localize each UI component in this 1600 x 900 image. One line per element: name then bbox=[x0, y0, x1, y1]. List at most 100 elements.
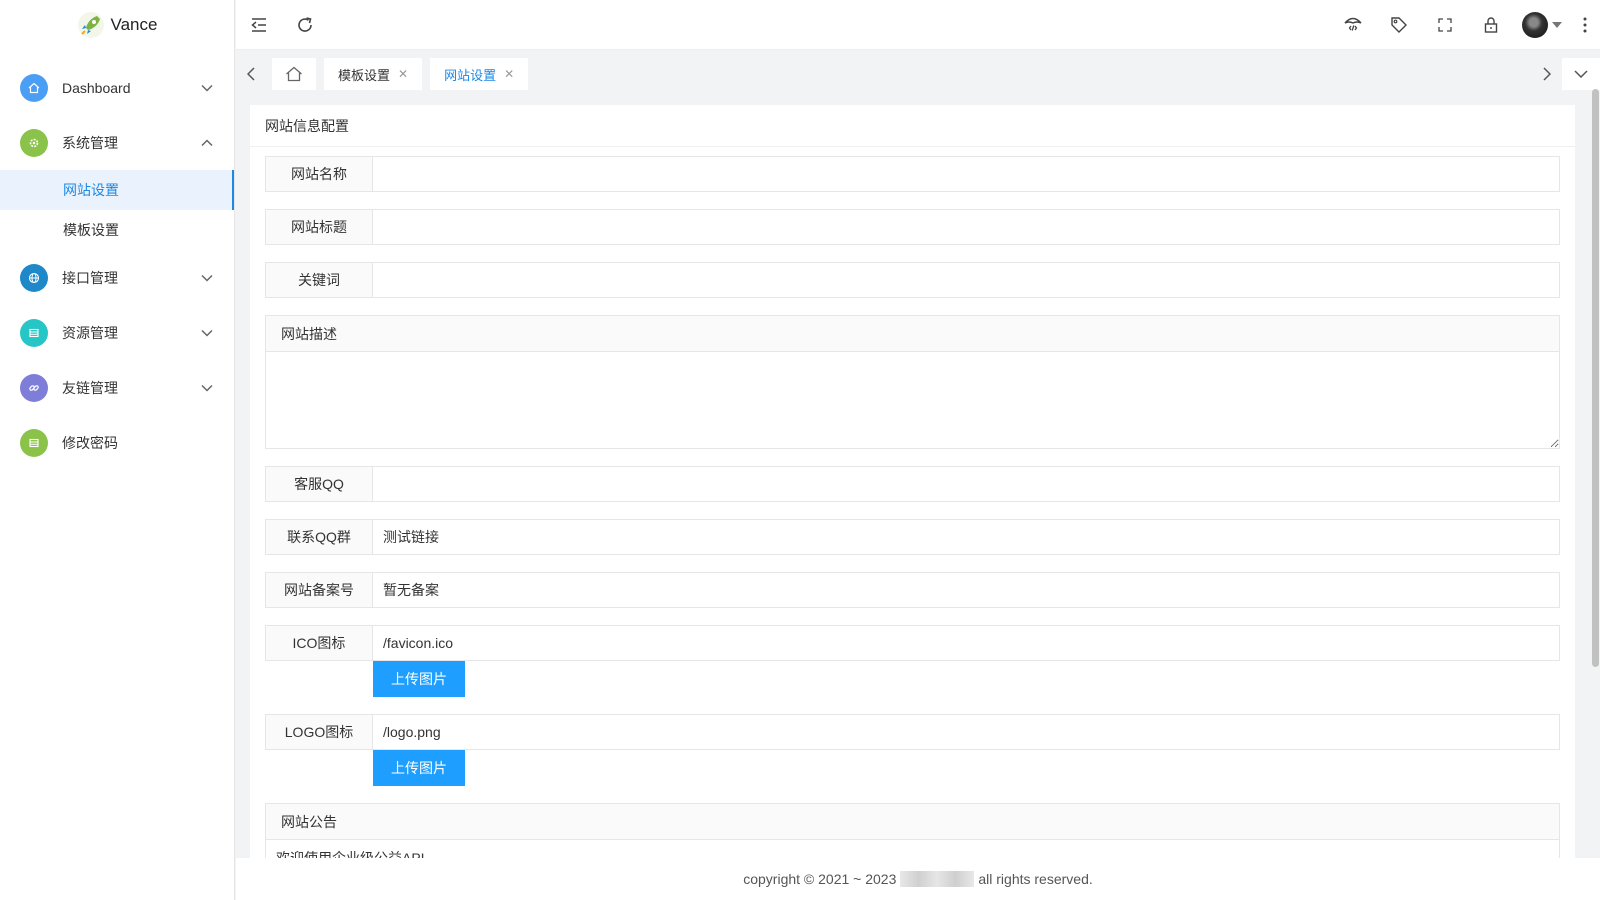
description-textarea[interactable] bbox=[266, 352, 1559, 448]
sidebar-item-label: 资源管理 bbox=[62, 324, 118, 341]
card-title: 网站信息配置 bbox=[250, 105, 1575, 147]
form-row-site-title: 网站标题 bbox=[265, 209, 1560, 245]
copyright-text: copyright © 2021 ~ 2023 bbox=[743, 871, 897, 887]
logo-input[interactable] bbox=[373, 714, 1560, 750]
notice-editor[interactable]: 欢迎使用企业级公益API bbox=[266, 840, 1559, 858]
close-icon[interactable]: ✕ bbox=[504, 67, 514, 81]
chevron-down-icon bbox=[200, 81, 214, 95]
form-block-description: 网站描述 bbox=[265, 315, 1560, 449]
lock-icon bbox=[1484, 16, 1498, 33]
list-icon bbox=[20, 428, 48, 457]
site-name-input[interactable] bbox=[373, 156, 1560, 192]
tag-button[interactable] bbox=[1376, 0, 1422, 50]
list-icon bbox=[20, 318, 48, 347]
tabs-scroll-left-button[interactable] bbox=[236, 58, 266, 90]
top-header bbox=[236, 0, 1600, 50]
keywords-input[interactable] bbox=[373, 262, 1560, 298]
sidebar: Vance Dashboard 系统管理 网站设置 模板设置 接口管理 资源管理… bbox=[0, 0, 235, 900]
footer: copyright © 2021 ~ 2023 all rights reser… bbox=[236, 858, 1600, 900]
redacted-name bbox=[900, 871, 975, 887]
chevron-down-icon bbox=[200, 271, 214, 285]
field-label: 网站公告 bbox=[266, 804, 1559, 840]
site-settings-form: 网站名称 网站标题 关键词 网站描述 客服QQ 联系QQ群 网站备案号 bbox=[250, 147, 1575, 858]
form-row-logo: LOGO图标 上传图片 bbox=[265, 714, 1560, 786]
fullscreen-icon bbox=[1438, 17, 1452, 32]
header-tools bbox=[1330, 0, 1600, 50]
sidebar-item-resources[interactable]: 资源管理 bbox=[0, 305, 234, 360]
avatar bbox=[1522, 11, 1548, 38]
menu-fold-icon bbox=[251, 17, 266, 32]
form-row-keywords: 关键词 bbox=[265, 262, 1560, 298]
field-label: 客服QQ bbox=[265, 466, 373, 502]
refresh-button[interactable] bbox=[282, 0, 328, 50]
globe-icon bbox=[20, 263, 48, 292]
sidebar-subitem-site-settings[interactable]: 网站设置 bbox=[0, 170, 234, 210]
sidebar-item-label: 系统管理 bbox=[62, 134, 118, 151]
tab-template-settings[interactable]: 模板设置 ✕ bbox=[324, 58, 423, 90]
close-icon[interactable]: ✕ bbox=[398, 67, 408, 81]
home-icon bbox=[20, 73, 48, 102]
rocket-icon bbox=[77, 12, 104, 38]
chevron-left-icon bbox=[247, 67, 255, 81]
sidebar-subitem-template-settings[interactable]: 模板设置 bbox=[0, 210, 234, 250]
chevron-down-icon bbox=[1574, 70, 1588, 78]
user-menu[interactable] bbox=[1514, 0, 1570, 50]
ico-field: ICO图标 bbox=[265, 625, 1560, 661]
tab-label: 模板设置 bbox=[338, 67, 391, 83]
home-icon bbox=[286, 66, 302, 82]
settings-card: 网站信息配置 网站名称 网站标题 关键词 网站描述 客服QQ 联系QQ群 网站备… bbox=[250, 105, 1575, 858]
gear-icon bbox=[20, 128, 48, 157]
scrollbar[interactable] bbox=[1590, 87, 1600, 857]
chevron-up-icon bbox=[200, 136, 214, 150]
tag-icon bbox=[1391, 16, 1407, 33]
sidebar-item-links[interactable]: 友链管理 bbox=[0, 360, 234, 415]
tab-site-settings[interactable]: 网站设置 ✕ bbox=[430, 58, 529, 90]
theme-button[interactable] bbox=[1330, 0, 1376, 50]
menu-toggle-button[interactable] bbox=[236, 0, 282, 50]
lock-screen-button[interactable] bbox=[1468, 0, 1514, 50]
sidebar-item-label: 修改密码 bbox=[62, 434, 118, 451]
umbrella-icon bbox=[1344, 17, 1362, 31]
tab-label: 网站设置 bbox=[444, 67, 497, 83]
chevron-right-icon bbox=[1543, 67, 1551, 81]
caret-down-icon bbox=[1552, 21, 1562, 28]
field-label: LOGO图标 bbox=[265, 714, 373, 750]
field-label: 网站名称 bbox=[265, 156, 373, 192]
field-label: ICO图标 bbox=[265, 625, 373, 661]
logo-field: LOGO图标 bbox=[265, 714, 1560, 750]
refresh-icon bbox=[298, 16, 312, 32]
sidebar-item-label: 友链管理 bbox=[62, 379, 118, 396]
app-name: Vance bbox=[110, 15, 158, 34]
sidebar-item-system[interactable]: 系统管理 bbox=[0, 115, 234, 170]
tab-home[interactable] bbox=[272, 58, 316, 90]
field-label: 网站标题 bbox=[265, 209, 373, 245]
field-label: 网站描述 bbox=[266, 316, 1559, 352]
app-logo[interactable]: Vance bbox=[0, 0, 234, 50]
field-label: 关键词 bbox=[265, 262, 373, 298]
tabs-bar: 模板设置 ✕ 网站设置 ✕ bbox=[236, 50, 1600, 98]
upload-ico-button[interactable]: 上传图片 bbox=[373, 661, 465, 697]
sidebar-item-change-password[interactable]: 修改密码 bbox=[0, 415, 234, 470]
ico-input[interactable] bbox=[373, 625, 1560, 661]
rights-text: all rights reserved. bbox=[978, 871, 1093, 887]
upload-logo-button[interactable]: 上传图片 bbox=[373, 750, 465, 786]
more-button[interactable] bbox=[1570, 0, 1600, 50]
fullscreen-button[interactable] bbox=[1422, 0, 1468, 50]
form-row-site-name: 网站名称 bbox=[265, 156, 1560, 192]
qq-group-input[interactable] bbox=[373, 519, 1560, 555]
tabs-menu-button[interactable] bbox=[1562, 58, 1600, 90]
icp-input[interactable] bbox=[373, 572, 1560, 608]
field-label: 网站备案号 bbox=[265, 572, 373, 608]
sidebar-item-api[interactable]: 接口管理 bbox=[0, 250, 234, 305]
sidebar-item-dashboard[interactable]: Dashboard bbox=[0, 60, 234, 115]
scrollbar-thumb[interactable] bbox=[1592, 89, 1599, 667]
chevron-down-icon bbox=[200, 381, 214, 395]
qq-input[interactable] bbox=[373, 466, 1560, 502]
more-vertical-icon bbox=[1583, 17, 1587, 32]
sidebar-item-label: Dashboard bbox=[62, 79, 131, 96]
site-title-input[interactable] bbox=[373, 209, 1560, 245]
sidebar-item-label: 接口管理 bbox=[62, 269, 118, 286]
form-block-notice: 网站公告 欢迎使用企业级公益API bbox=[265, 803, 1560, 858]
link-icon bbox=[20, 373, 48, 402]
tabs-scroll-right-button[interactable] bbox=[1532, 58, 1562, 90]
